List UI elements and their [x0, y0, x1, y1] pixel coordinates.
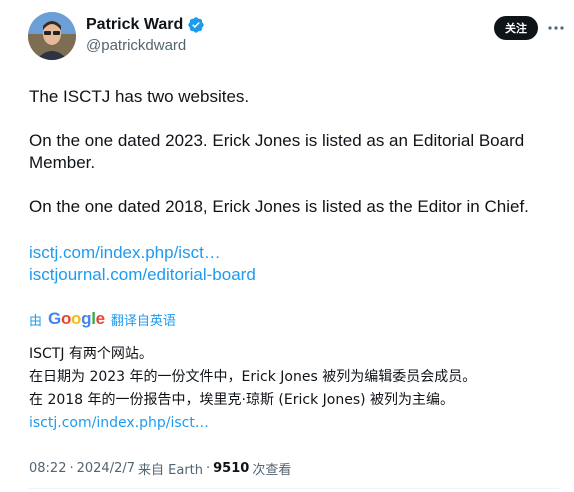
translated-line: ISCTJ 有两个网站。 — [29, 346, 153, 362]
tweet-meta: 08:22 · 2024/2/7 来自 Earth · 9510 次查看 — [29, 461, 292, 478]
google-logo: Google — [48, 309, 105, 328]
more-dots-icon — [548, 26, 564, 30]
translate-by-label: 由 — [29, 313, 43, 329]
verified-badge-icon — [187, 16, 205, 34]
author-name-row: Patrick Ward — [86, 16, 205, 34]
tweet-link-isctj[interactable]: isctj.com/index.php/isct… — [29, 242, 256, 264]
views-label: 次查看 — [252, 463, 292, 478]
translated-line: 在日期为 2023 年的一份文件中，Erick Jones 被列为编辑委员会成员… — [29, 369, 477, 385]
tweet-link-isctjournal[interactable]: isctjournal.com/editorial-board — [29, 264, 256, 286]
tweet-paragraph: On the one dated 2018, Erick Jones is li… — [29, 197, 529, 216]
tweet-paragraph: The ISCTJ has two websites. — [29, 87, 250, 106]
translated-line: 在 2018 年的一份报告中，埃里克·琼斯 (Erick Jones) 被列为主… — [29, 392, 455, 408]
tweet-text: The ISCTJ has two websites. On the one d… — [29, 86, 559, 240]
divider — [29, 488, 559, 489]
translated-link[interactable]: isctj.com/index.php/isct… — [29, 415, 209, 431]
avatar-photo — [28, 12, 76, 60]
more-options-button[interactable] — [546, 16, 566, 40]
tweet-paragraph: On the one dated 2023. Erick Jones is li… — [29, 131, 525, 172]
translation-attribution[interactable]: 由 Google 翻译自英语 — [29, 309, 176, 329]
translate-action-label: 翻译自英语 — [110, 313, 176, 329]
author-handle[interactable]: @patrickdward — [86, 37, 186, 54]
tweet-time[interactable]: 08:22 — [29, 461, 66, 476]
tweet-links: isctj.com/index.php/isct… isctjournal.co… — [29, 242, 256, 286]
follow-button[interactable]: 关注 — [494, 16, 538, 40]
views-count: 9510 — [213, 461, 250, 476]
avatar[interactable] — [28, 12, 76, 60]
translated-text: ISCTJ 有两个网站。 在日期为 2023 年的一份文件中，Erick Jon… — [29, 343, 559, 435]
tweet-source: 来自 Earth — [138, 463, 203, 478]
author-display-name[interactable]: Patrick Ward — [86, 16, 183, 34]
tweet-date[interactable]: 2024/2/7 — [77, 461, 135, 476]
